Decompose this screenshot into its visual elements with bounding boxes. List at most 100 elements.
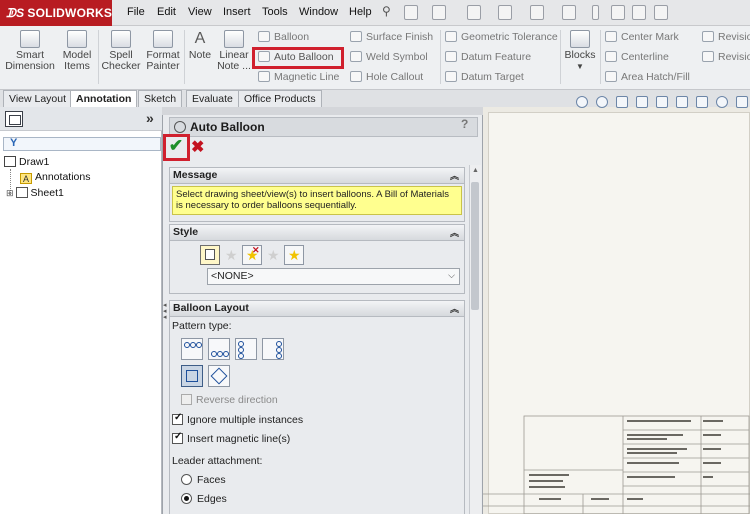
spell-checker-button[interactable]: Spell Checker bbox=[100, 30, 142, 72]
note-button[interactable]: A Note bbox=[186, 30, 214, 61]
centerline-button[interactable]: Centerline bbox=[605, 50, 669, 64]
tab-sketch[interactable]: Sketch bbox=[138, 90, 183, 107]
blocks-button[interactable]: Blocks ▼ bbox=[563, 30, 597, 72]
save-icon[interactable] bbox=[467, 5, 481, 20]
ignore-multiple-checkbox[interactable] bbox=[172, 412, 183, 425]
section-view-icon[interactable] bbox=[636, 96, 648, 108]
open-document-icon[interactable] bbox=[432, 5, 446, 20]
leader-faces-option[interactable]: Faces bbox=[181, 474, 226, 486]
help-icon[interactable]: ? bbox=[461, 117, 468, 131]
new-document-icon[interactable] bbox=[404, 5, 418, 20]
menu-file[interactable]: File bbox=[127, 6, 145, 18]
datum-feature-button[interactable]: Datum Feature bbox=[445, 50, 531, 64]
menu-insert[interactable]: Insert bbox=[223, 6, 251, 18]
reverse-direction-option[interactable]: Reverse direction bbox=[181, 394, 278, 406]
solidworks-logo[interactable]: ᗫS SOLIDWORKS bbox=[0, 0, 112, 26]
style-select[interactable]: <NONE> ⌵ bbox=[207, 268, 460, 285]
leader-edges-option[interactable]: Edges bbox=[181, 493, 227, 505]
load-style-button[interactable]: ★ bbox=[284, 245, 304, 265]
weld-symbol-button[interactable]: Weld Symbol bbox=[350, 50, 428, 64]
geometric-tolerance-button[interactable]: Geometric Tolerance bbox=[445, 30, 558, 44]
magnetic-line-button[interactable]: Magnetic Line bbox=[258, 70, 339, 84]
panel-collapse-handle-icon[interactable]: ◂ ◂ ◂ bbox=[163, 302, 167, 321]
cancel-x-button[interactable]: ✖ bbox=[191, 137, 204, 157]
model-items-button[interactable]: Model Items bbox=[59, 30, 95, 72]
layout-top-button[interactable] bbox=[181, 338, 203, 360]
balloon-button[interactable]: Balloon bbox=[258, 30, 309, 44]
collapse-chevron-icon[interactable]: ︽ bbox=[450, 226, 459, 239]
layout-right-button[interactable] bbox=[262, 338, 284, 360]
magnetic-line-icon bbox=[258, 71, 270, 82]
select-icon[interactable] bbox=[562, 5, 576, 20]
undo-icon[interactable] bbox=[530, 5, 544, 20]
print-icon[interactable] bbox=[498, 5, 512, 20]
view-orientation-icon[interactable] bbox=[656, 96, 668, 108]
add-style-button[interactable]: ★ bbox=[221, 245, 241, 265]
format-painter-button[interactable]: Format Painter bbox=[143, 30, 183, 72]
tab-view-layout[interactable]: View Layout bbox=[3, 90, 73, 107]
file-properties-icon[interactable] bbox=[611, 5, 625, 20]
save-style-button[interactable]: ★ bbox=[263, 245, 283, 265]
view-settings-icon[interactable] bbox=[736, 96, 748, 108]
revision-symbol-button[interactable]: Revisio bbox=[702, 50, 750, 64]
faces-radio[interactable] bbox=[181, 474, 192, 485]
default-style-icon bbox=[205, 249, 215, 260]
pin-icon[interactable]: ⚲ bbox=[382, 4, 391, 18]
datum-target-button[interactable]: Datum Target bbox=[445, 70, 524, 84]
hide-show-items-icon[interactable] bbox=[696, 96, 708, 108]
menu-window[interactable]: Window bbox=[299, 6, 338, 18]
layout-circular-button[interactable] bbox=[208, 365, 230, 387]
edges-label: Edges bbox=[197, 493, 227, 505]
collapse-chevron-icon[interactable]: ︽ bbox=[450, 169, 459, 182]
expand-icon[interactable]: ⊞ bbox=[6, 188, 14, 198]
edit-appearance-icon[interactable] bbox=[716, 96, 728, 108]
more-tabs-chevron-icon[interactable]: » bbox=[146, 110, 154, 126]
message-group-header[interactable]: Message ︽ bbox=[170, 168, 464, 184]
tab-annotation[interactable]: Annotation bbox=[70, 90, 138, 107]
scroll-up-icon[interactable]: ▲ bbox=[472, 167, 479, 174]
zoom-to-area-icon[interactable] bbox=[596, 96, 608, 108]
ok-button-highlight bbox=[163, 134, 190, 161]
tree-item-annotations[interactable]: A Annotations bbox=[20, 171, 90, 184]
menu-help[interactable]: Help bbox=[349, 6, 372, 18]
delete-style-button[interactable]: ★ ✕ bbox=[242, 245, 262, 265]
hole-callout-button[interactable]: Hole Callout bbox=[350, 70, 423, 84]
reverse-direction-checkbox[interactable] bbox=[181, 394, 192, 405]
tab-evaluate[interactable]: Evaluate bbox=[186, 90, 239, 107]
style-group-header[interactable]: Style ︽ bbox=[170, 225, 464, 241]
faces-label: Faces bbox=[197, 474, 226, 486]
options-icon[interactable] bbox=[632, 5, 646, 20]
revision-cloud-button[interactable]: Revisio bbox=[702, 30, 750, 44]
collapse-chevron-icon[interactable]: ︽ bbox=[450, 302, 459, 315]
edges-radio[interactable] bbox=[181, 493, 192, 504]
ignore-multiple-option[interactable]: Ignore multiple instances bbox=[172, 412, 303, 426]
surface-finish-button[interactable]: Surface Finish bbox=[350, 30, 433, 44]
zoom-to-fit-icon[interactable] bbox=[576, 96, 588, 108]
feature-manager-tab-icon[interactable] bbox=[5, 111, 23, 127]
previous-view-icon[interactable] bbox=[616, 96, 628, 108]
center-mark-button[interactable]: Center Mark bbox=[605, 30, 679, 44]
menu-view[interactable]: View bbox=[188, 6, 212, 18]
display-style-icon[interactable] bbox=[676, 96, 688, 108]
tree-item-draw1[interactable]: Draw1 bbox=[4, 156, 49, 168]
tree-filter-field[interactable]: Y bbox=[3, 137, 161, 151]
apply-default-style-button[interactable] bbox=[200, 245, 220, 265]
area-hatch-button[interactable]: Area Hatch/Fill bbox=[605, 70, 690, 84]
balloon-layout-group-header[interactable]: Balloon Layout ︽ bbox=[170, 301, 464, 317]
tree-item-sheet1[interactable]: ⊞ Sheet1 bbox=[6, 187, 64, 199]
linear-note-pattern-button[interactable]: Linear Note ... bbox=[216, 30, 252, 72]
layout-left-button[interactable] bbox=[235, 338, 257, 360]
balloon-layout-group: Balloon Layout ︽ Pattern type: Reverse di… bbox=[169, 300, 465, 514]
grid-icon[interactable] bbox=[654, 5, 668, 20]
menu-tools[interactable]: Tools bbox=[262, 6, 288, 18]
insert-magnetic-checkbox[interactable] bbox=[172, 431, 183, 444]
scrollbar-thumb[interactable] bbox=[471, 182, 479, 310]
rebuild-icon[interactable] bbox=[592, 5, 599, 20]
layout-bottom-button[interactable] bbox=[208, 338, 230, 360]
menu-edit[interactable]: Edit bbox=[157, 6, 176, 18]
layout-square-button[interactable] bbox=[181, 365, 203, 387]
insert-magnetic-option[interactable]: Insert magnetic line(s) bbox=[172, 431, 290, 445]
smart-dimension-button[interactable]: Smart Dimension bbox=[4, 30, 56, 72]
ribbon-separator bbox=[600, 30, 601, 84]
tab-office-products[interactable]: Office Products bbox=[238, 90, 322, 107]
